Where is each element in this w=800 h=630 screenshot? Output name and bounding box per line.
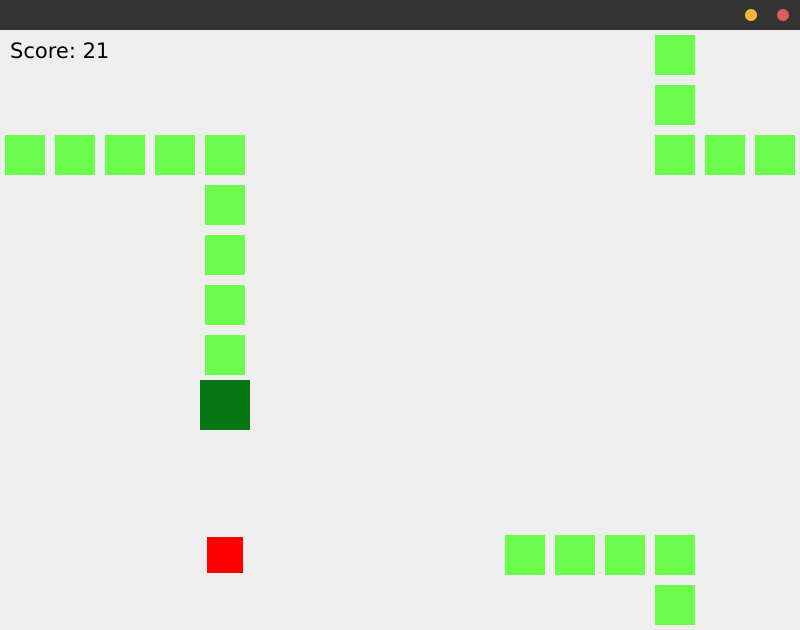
game-window: Score: 21 (0, 0, 800, 630)
snake-body-segment (105, 135, 145, 175)
snake-body-segment (555, 535, 595, 575)
close-button[interactable] (777, 9, 789, 21)
snake-body-segment (655, 535, 695, 575)
snake-body-segment (205, 185, 245, 225)
title-bar (0, 0, 800, 30)
snake-body-segment (755, 135, 795, 175)
snake-body-segment (655, 35, 695, 75)
snake-body-segment (205, 135, 245, 175)
snake-body-segment (655, 85, 695, 125)
snake-body-segment (505, 535, 545, 575)
snake-body-segment (655, 135, 695, 175)
snake-body-segment (5, 135, 45, 175)
snake-body-segment (655, 585, 695, 625)
snake-body-segment (205, 285, 245, 325)
snake-body-segment (55, 135, 95, 175)
snake-head (200, 380, 250, 430)
score-label: Score: 21 (10, 39, 110, 63)
snake-body-segment (155, 135, 195, 175)
snake-body-segment (205, 235, 245, 275)
food-item (207, 537, 243, 573)
snake-body-segment (605, 535, 645, 575)
minimize-button[interactable] (745, 9, 757, 21)
snake-body-segment (705, 135, 745, 175)
snake-body-segment (205, 335, 245, 375)
game-board[interactable]: Score: 21 (0, 30, 800, 630)
